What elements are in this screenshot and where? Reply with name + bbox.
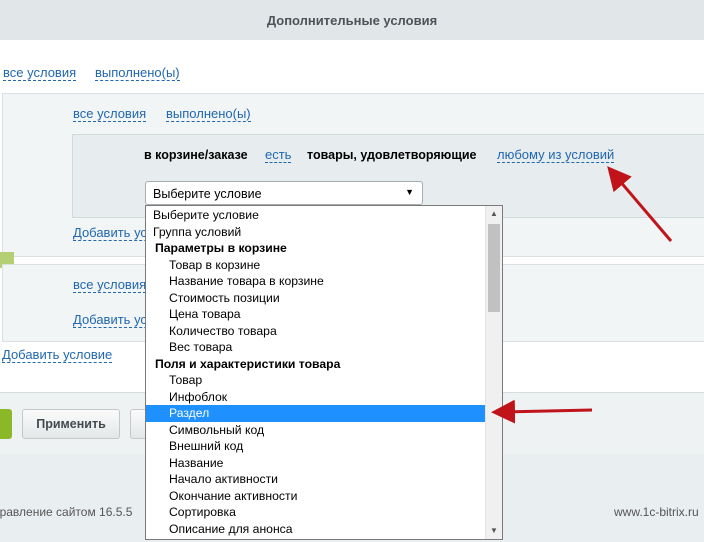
arrow-to-section-option-icon [491, 399, 593, 424]
arrow-to-any-condition-icon [607, 166, 673, 242]
annotation-arrows [491, 166, 673, 424]
